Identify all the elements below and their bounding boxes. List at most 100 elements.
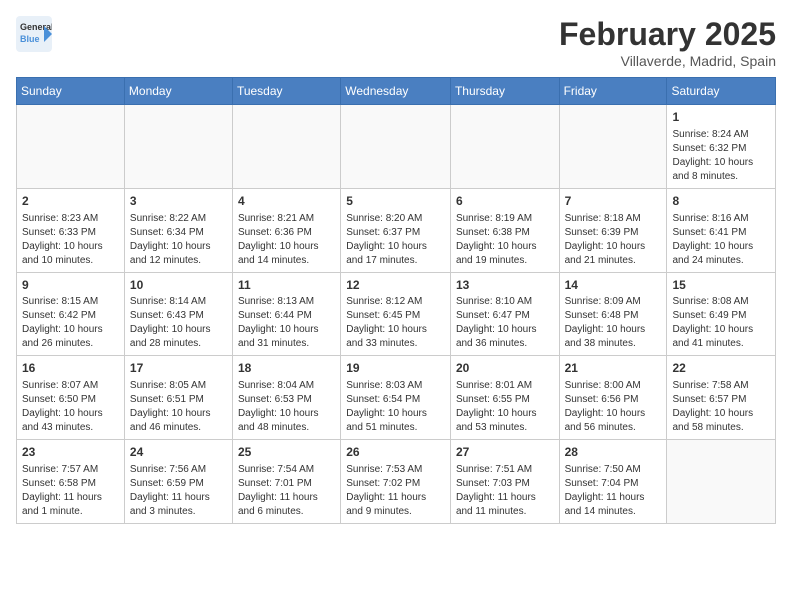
day-info: Sunrise: 8:22 AM Sunset: 6:34 PM Dayligh… bbox=[130, 212, 227, 268]
day-number: 13 bbox=[456, 277, 554, 294]
calendar-week-3: 9Sunrise: 8:15 AM Sunset: 6:42 PM Daylig… bbox=[17, 272, 776, 356]
day-number: 19 bbox=[346, 360, 445, 377]
calendar-cell: 7Sunrise: 8:18 AM Sunset: 6:39 PM Daylig… bbox=[559, 188, 667, 272]
day-info: Sunrise: 8:15 AM Sunset: 6:42 PM Dayligh… bbox=[22, 295, 119, 351]
day-number: 16 bbox=[22, 360, 119, 377]
day-number: 9 bbox=[22, 277, 119, 294]
day-number: 14 bbox=[565, 277, 662, 294]
calendar-cell: 1Sunrise: 8:24 AM Sunset: 6:32 PM Daylig… bbox=[667, 105, 776, 189]
day-info: Sunrise: 8:12 AM Sunset: 6:45 PM Dayligh… bbox=[346, 295, 445, 351]
calendar-cell: 25 Sunrise: 7:54 AM Sunset: 7:01 PM Dayli… bbox=[232, 440, 340, 524]
title-block: February 2025 Villaverde, Madrid, Spain bbox=[559, 16, 776, 69]
day-number: 5 bbox=[346, 193, 445, 210]
calendar-cell: 23Sunrise: 7:57 AM Sunset: 6:58 PM Dayli… bbox=[17, 440, 125, 524]
calendar-cell: 17 Sunrise: 8:05 AM Sunset: 6:51 PM Dayli… bbox=[124, 356, 232, 440]
svg-text:Blue: Blue bbox=[20, 34, 40, 44]
day-info: Sunrise: 7:50 AM Sunset: 7:04 PM Dayligh… bbox=[565, 463, 662, 519]
day-number: 15 bbox=[672, 277, 770, 294]
calendar-cell: 2Sunrise: 8:23 AM Sunset: 6:33 PM Daylig… bbox=[17, 188, 125, 272]
day-number: 1 bbox=[672, 109, 770, 126]
col-friday: Friday bbox=[559, 78, 667, 105]
day-number: 25 bbox=[238, 444, 335, 461]
col-tuesday: Tuesday bbox=[232, 78, 340, 105]
day-info: Sunrise: 8:08 AM Sunset: 6:49 PM Dayligh… bbox=[672, 295, 770, 351]
header-row: Sunday Monday Tuesday Wednesday Thursday… bbox=[17, 78, 776, 105]
calendar-cell: 27 Sunrise: 7:51 AM Sunset: 7:03 PM Dayli… bbox=[450, 440, 559, 524]
calendar-cell: 15Sunrise: 8:08 AM Sunset: 6:49 PM Dayli… bbox=[667, 272, 776, 356]
day-number: 8 bbox=[672, 193, 770, 210]
calendar-cell bbox=[559, 105, 667, 189]
calendar-cell bbox=[667, 440, 776, 524]
calendar-cell bbox=[124, 105, 232, 189]
day-info: Sunrise: 8:07 AM Sunset: 6:50 PM Dayligh… bbox=[22, 379, 119, 435]
day-number: 11 bbox=[238, 277, 335, 294]
day-info: Sunrise: 7:56 AM Sunset: 6:59 PM Dayligh… bbox=[130, 463, 227, 519]
logo-icon: General Blue bbox=[16, 16, 52, 57]
day-info: Sunrise: 8:16 AM Sunset: 6:41 PM Dayligh… bbox=[672, 212, 770, 268]
calendar-cell: 6 Sunrise: 8:19 AM Sunset: 6:38 PM Daylig… bbox=[450, 188, 559, 272]
calendar-cell: 22 Sunrise: 7:58 AM Sunset: 6:57 PM Dayli… bbox=[667, 356, 776, 440]
day-number: 12 bbox=[346, 277, 445, 294]
day-number: 26 bbox=[346, 444, 445, 461]
calendar-cell: 9Sunrise: 8:15 AM Sunset: 6:42 PM Daylig… bbox=[17, 272, 125, 356]
day-info: Sunrise: 8:18 AM Sunset: 6:39 PM Dayligh… bbox=[565, 212, 662, 268]
calendar-cell: 5Sunrise: 8:20 AM Sunset: 6:37 PM Daylig… bbox=[341, 188, 451, 272]
day-number: 20 bbox=[456, 360, 554, 377]
day-info: Sunrise: 8:09 AM Sunset: 6:48 PM Dayligh… bbox=[565, 295, 662, 351]
day-info: Sunrise: 8:14 AM Sunset: 6:43 PM Dayligh… bbox=[130, 295, 227, 351]
col-saturday: Saturday bbox=[667, 78, 776, 105]
day-info: Sunrise: 8:05 AM Sunset: 6:51 PM Dayligh… bbox=[130, 379, 227, 435]
day-number: 18 bbox=[238, 360, 335, 377]
location: Villaverde, Madrid, Spain bbox=[559, 53, 776, 69]
calendar-cell: 20Sunrise: 8:01 AM Sunset: 6:55 PM Dayli… bbox=[450, 356, 559, 440]
calendar-cell: 13Sunrise: 8:10 AM Sunset: 6:47 PM Dayli… bbox=[450, 272, 559, 356]
month-title: February 2025 bbox=[559, 16, 776, 53]
day-number: 6 bbox=[456, 193, 554, 210]
calendar-cell bbox=[232, 105, 340, 189]
calendar-cell: 26 Sunrise: 7:53 AM Sunset: 7:02 PM Dayli… bbox=[341, 440, 451, 524]
day-info: Sunrise: 7:58 AM Sunset: 6:57 PM Dayligh… bbox=[672, 379, 770, 435]
calendar-week-2: 2Sunrise: 8:23 AM Sunset: 6:33 PM Daylig… bbox=[17, 188, 776, 272]
day-number: 22 bbox=[672, 360, 770, 377]
day-number: 17 bbox=[130, 360, 227, 377]
calendar-cell: 19 Sunrise: 8:03 AM Sunset: 6:54 PM Dayli… bbox=[341, 356, 451, 440]
col-monday: Monday bbox=[124, 78, 232, 105]
day-info: Sunrise: 8:10 AM Sunset: 6:47 PM Dayligh… bbox=[456, 295, 554, 351]
calendar-cell: 4 Sunrise: 8:21 AM Sunset: 6:36 PM Daylig… bbox=[232, 188, 340, 272]
page-header: General Blue February 2025 Villaverde, M… bbox=[16, 16, 776, 69]
day-number: 2 bbox=[22, 193, 119, 210]
day-number: 10 bbox=[130, 277, 227, 294]
calendar-cell bbox=[341, 105, 451, 189]
calendar-cell: 18 Sunrise: 8:04 AM Sunset: 6:53 PM Dayli… bbox=[232, 356, 340, 440]
calendar-cell: 8 Sunrise: 8:16 AM Sunset: 6:41 PM Daylig… bbox=[667, 188, 776, 272]
day-info: Sunrise: 7:54 AM Sunset: 7:01 PM Dayligh… bbox=[238, 463, 335, 519]
calendar-cell: 24Sunrise: 7:56 AM Sunset: 6:59 PM Dayli… bbox=[124, 440, 232, 524]
calendar-cell: 21Sunrise: 8:00 AM Sunset: 6:56 PM Dayli… bbox=[559, 356, 667, 440]
calendar-cell bbox=[17, 105, 125, 189]
calendar-cell: 14Sunrise: 8:09 AM Sunset: 6:48 PM Dayli… bbox=[559, 272, 667, 356]
day-info: Sunrise: 8:13 AM Sunset: 6:44 PM Dayligh… bbox=[238, 295, 335, 351]
calendar-cell: 3 Sunrise: 8:22 AM Sunset: 6:34 PM Daylig… bbox=[124, 188, 232, 272]
day-info: Sunrise: 8:19 AM Sunset: 6:38 PM Dayligh… bbox=[456, 212, 554, 268]
day-info: Sunrise: 8:04 AM Sunset: 6:53 PM Dayligh… bbox=[238, 379, 335, 435]
day-info: Sunrise: 7:53 AM Sunset: 7:02 PM Dayligh… bbox=[346, 463, 445, 519]
day-info: Sunrise: 8:03 AM Sunset: 6:54 PM Dayligh… bbox=[346, 379, 445, 435]
calendar-week-4: 16 Sunrise: 8:07 AM Sunset: 6:50 PM Dayli… bbox=[17, 356, 776, 440]
day-info: Sunrise: 7:51 AM Sunset: 7:03 PM Dayligh… bbox=[456, 463, 554, 519]
calendar-cell: 16 Sunrise: 8:07 AM Sunset: 6:50 PM Dayli… bbox=[17, 356, 125, 440]
calendar-cell: 12Sunrise: 8:12 AM Sunset: 6:45 PM Dayli… bbox=[341, 272, 451, 356]
day-info: Sunrise: 8:21 AM Sunset: 6:36 PM Dayligh… bbox=[238, 212, 335, 268]
col-thursday: Thursday bbox=[450, 78, 559, 105]
day-number: 27 bbox=[456, 444, 554, 461]
calendar-cell: 11Sunrise: 8:13 AM Sunset: 6:44 PM Dayli… bbox=[232, 272, 340, 356]
day-info: Sunrise: 8:00 AM Sunset: 6:56 PM Dayligh… bbox=[565, 379, 662, 435]
calendar-cell: 28Sunrise: 7:50 AM Sunset: 7:04 PM Dayli… bbox=[559, 440, 667, 524]
col-sunday: Sunday bbox=[17, 78, 125, 105]
day-number: 4 bbox=[238, 193, 335, 210]
logo: General Blue bbox=[16, 16, 52, 57]
day-number: 3 bbox=[130, 193, 227, 210]
col-wednesday: Wednesday bbox=[341, 78, 451, 105]
calendar-cell bbox=[450, 105, 559, 189]
calendar-table: Sunday Monday Tuesday Wednesday Thursday… bbox=[16, 77, 776, 524]
day-info: Sunrise: 7:57 AM Sunset: 6:58 PM Dayligh… bbox=[22, 463, 119, 519]
